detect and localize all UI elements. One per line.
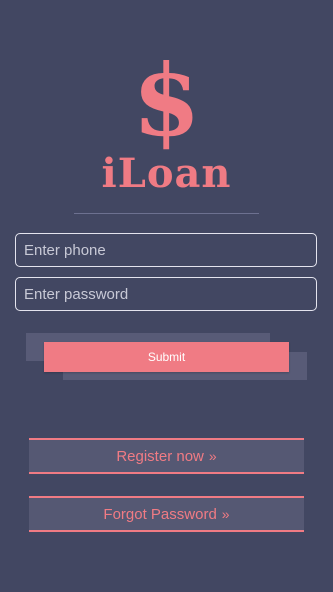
forgot-password-label: Forgot Password [103,506,217,523]
register-button[interactable]: Register now» [29,438,304,474]
password-input[interactable] [15,277,317,311]
divider [74,213,259,214]
register-label: Register now [116,448,204,465]
chevron-right-icon: » [221,506,230,522]
submit-button[interactable]: Submit [44,342,289,372]
logo-dollar-icon: $ [132,44,201,159]
app-title: iLoan [101,150,232,197]
phone-input[interactable] [15,233,317,267]
chevron-right-icon: » [208,448,217,464]
forgot-password-button[interactable]: Forgot Password» [29,496,304,532]
